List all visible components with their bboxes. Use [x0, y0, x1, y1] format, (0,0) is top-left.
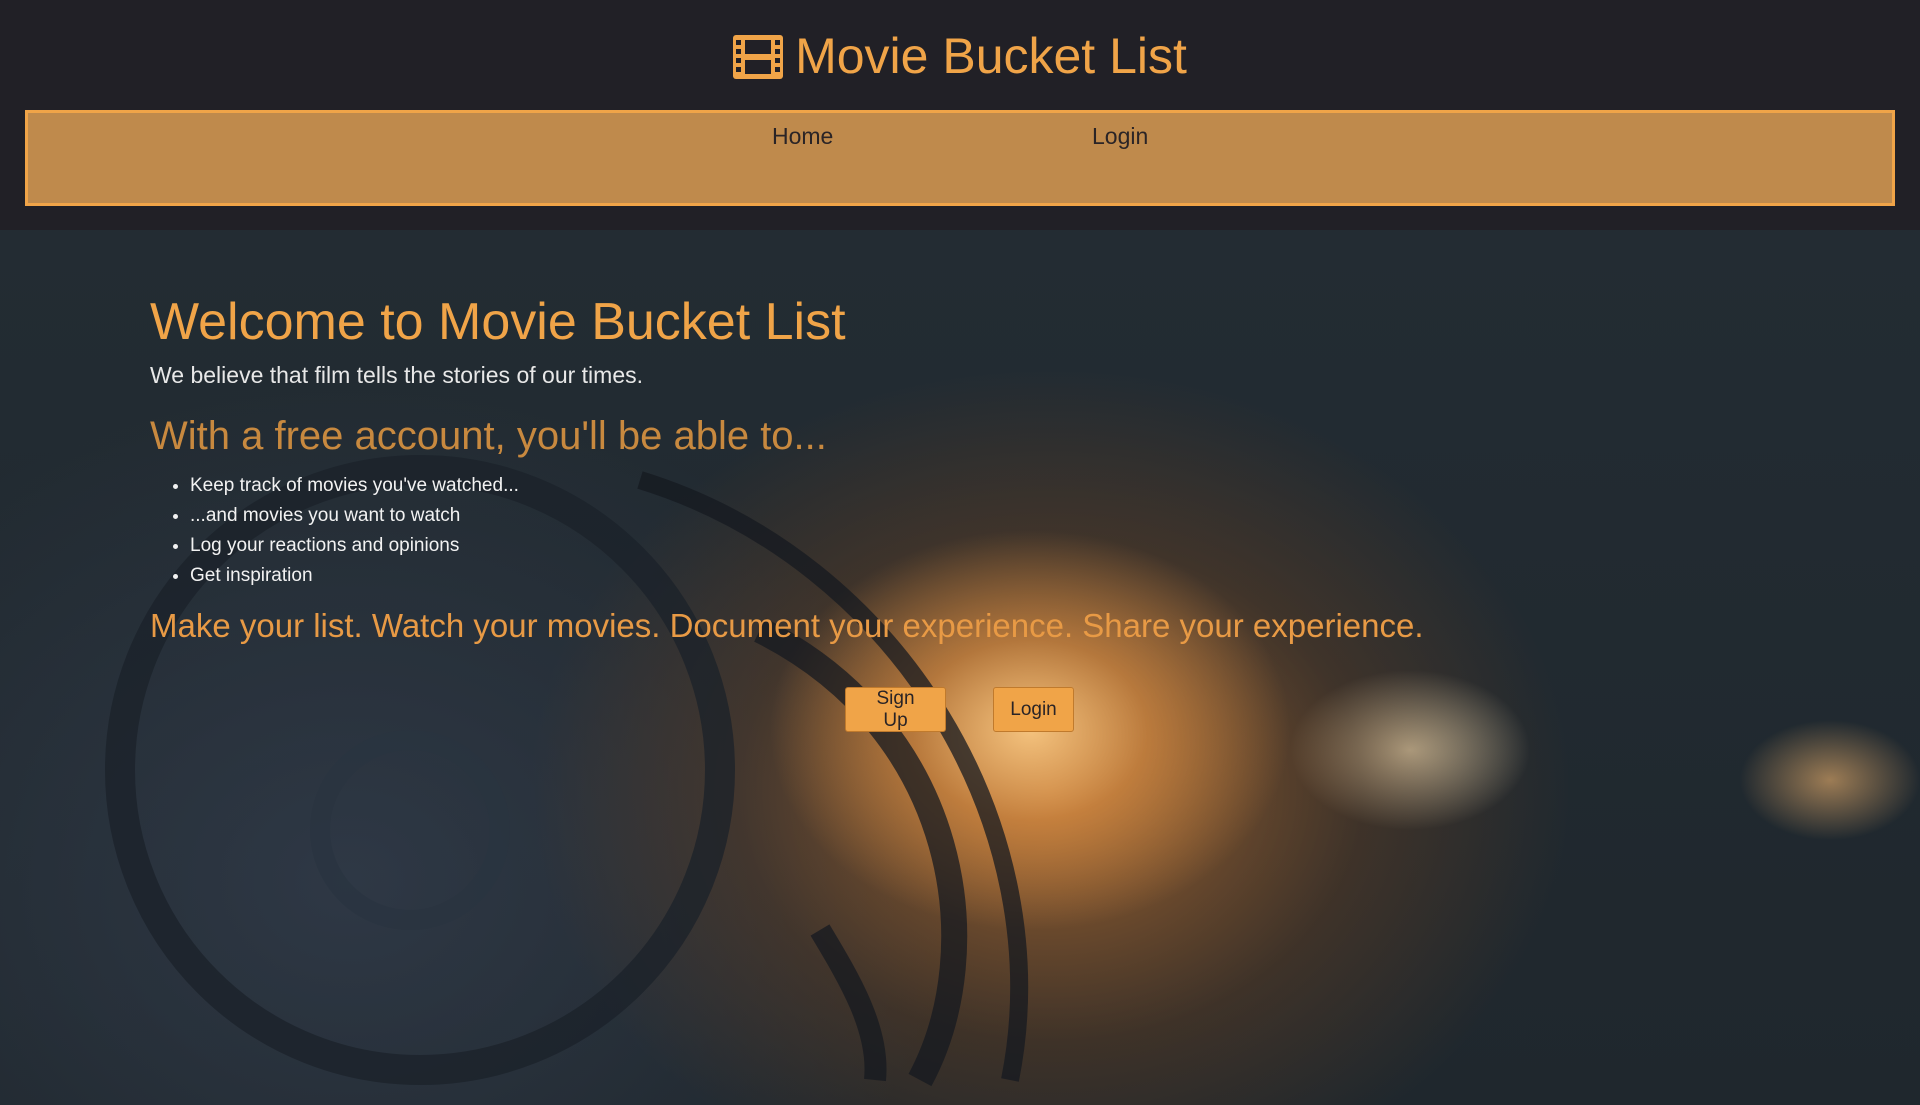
nav-login[interactable]: Login — [1092, 123, 1148, 150]
login-button[interactable]: Login — [993, 687, 1074, 732]
nav-home[interactable]: Home — [772, 123, 833, 150]
nav-bar: Home Login — [25, 110, 1895, 206]
list-item: ...and movies you want to watch — [190, 501, 1424, 531]
features-heading: With a free account, you'll be able to..… — [150, 414, 827, 458]
hero-section: Welcome to Movie Bucket List We believe … — [0, 230, 1920, 1105]
site-title-text: Movie Bucket List — [795, 28, 1187, 84]
site-title[interactable]: Movie Bucket List — [0, 22, 1920, 90]
list-item: Log your reactions and opinions — [190, 531, 1424, 561]
tagline: Make your list. Watch your movies. Docum… — [150, 607, 1424, 644]
hero-content: Welcome to Movie Bucket List We believe … — [150, 290, 1424, 645]
film-icon — [733, 35, 784, 79]
site-header: Movie Bucket List Home Login — [0, 0, 1920, 230]
list-item: Get inspiration — [190, 561, 1424, 591]
subtitle: We believe that film tells the stories o… — [150, 362, 643, 388]
list-item: Keep track of movies you've watched... — [190, 471, 1424, 501]
sign-up-button[interactable]: Sign Up — [845, 687, 946, 732]
features-list: Keep track of movies you've watched... .… — [150, 471, 1424, 591]
welcome-heading: Welcome to Movie Bucket List — [150, 293, 846, 351]
